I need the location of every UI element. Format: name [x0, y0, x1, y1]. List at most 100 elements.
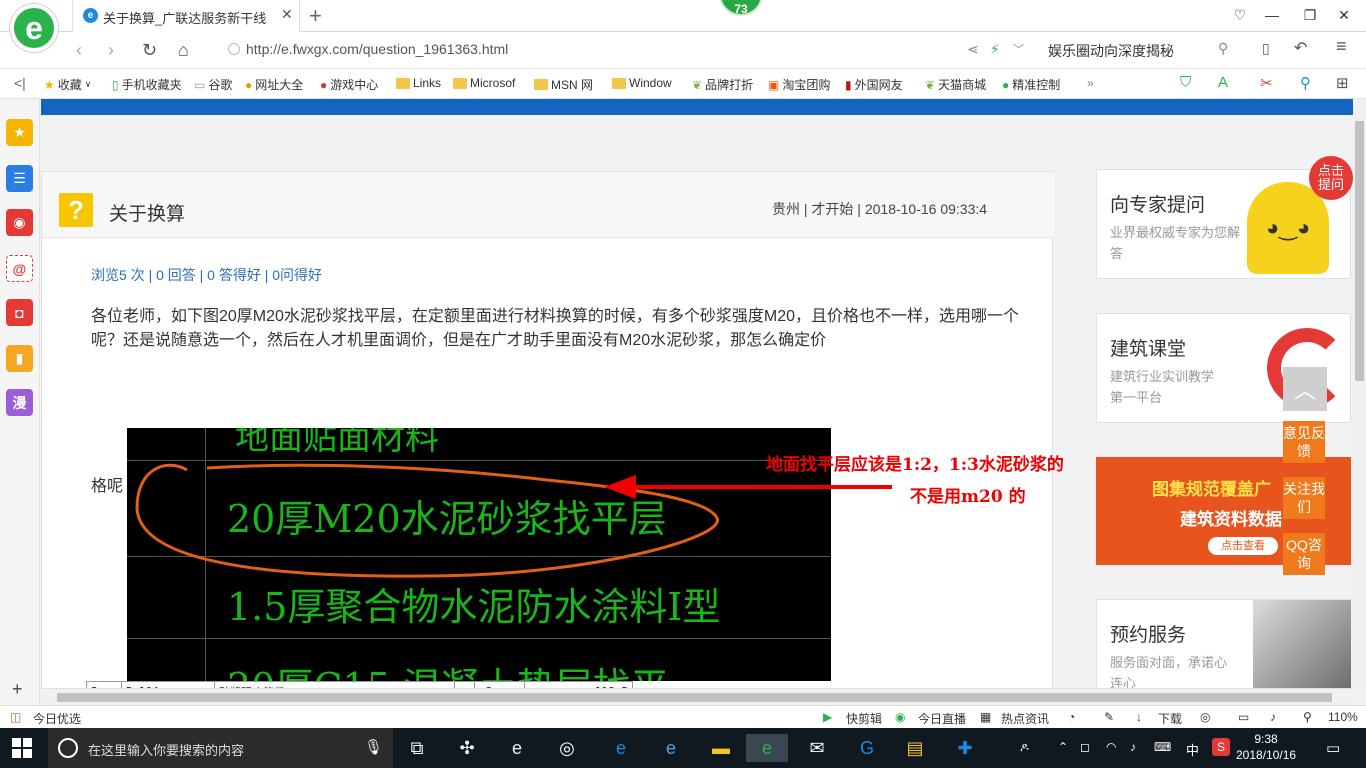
question-card: ? 关于换算 贵州 | 才开始 | 2018-10-16 09:33:4 浏览5… — [41, 171, 1064, 688]
settings-icon[interactable]: ◎ — [1200, 710, 1210, 724]
bookmark-foreign[interactable]: ▮ 外国网友 — [845, 76, 903, 93]
active-browser-icon[interactable]: e — [746, 734, 788, 762]
fan-app-icon[interactable]: ✣ — [446, 734, 488, 762]
ask-expert-card[interactable]: 向专家提问 业界最权威专家为您解答 ◕‿◕ 点击提问 — [1096, 156, 1353, 279]
mail-icon[interactable]: ✉ — [796, 734, 838, 762]
close-button[interactable]: ✕ — [1330, 4, 1358, 26]
search-icon[interactable]: ⚲ — [1300, 74, 1311, 92]
bookmark-favorites[interactable]: ★ 收藏 ∨ — [44, 76, 91, 93]
task-view-icon[interactable]: ⧉ — [396, 734, 438, 762]
search-box[interactable]: 娱乐圈动向深度揭秘 — [1040, 38, 1240, 62]
qq-consult-button[interactable]: QQ咨询 — [1283, 533, 1325, 575]
notification-center-icon[interactable]: ▭ — [1326, 739, 1340, 757]
sound-icon[interactable]: ♪ — [1270, 710, 1276, 724]
follow-button[interactable]: 关注我们 — [1283, 477, 1325, 519]
banner-view-button[interactable]: 点击查看 — [1208, 537, 1278, 555]
tray-expand-icon[interactable]: ⌃ — [1058, 740, 1068, 754]
360-browser-icon[interactable]: e — [496, 734, 538, 762]
feedback-button[interactable]: 意见反馈 — [1283, 421, 1325, 463]
question-stats[interactable]: 浏览5 次 | 0 回答 | 0 答得好 | 0问得好 — [91, 265, 322, 285]
translate-icon[interactable]: A — [1218, 74, 1228, 91]
vertical-scroll-thumb[interactable] — [1355, 121, 1364, 381]
wifi-icon[interactable]: ◠ — [1106, 740, 1116, 754]
bookmark-precise[interactable]: ● 精准控制 — [1002, 76, 1060, 93]
address-bar[interactable]: http://e.fwxgx.com/question_1961363.html — [224, 38, 1034, 62]
weibo-icon[interactable]: ◉ — [6, 209, 33, 236]
plus-app-icon[interactable]: ✚ — [944, 734, 986, 762]
ie-icon[interactable]: e — [650, 734, 692, 762]
bookmark-msn[interactable]: MSN 网 — [534, 76, 593, 93]
banner-line-1: 图集规范覆盖广 — [1152, 480, 1271, 499]
back-to-top-icon[interactable]: ︿ — [1283, 367, 1327, 411]
keyboard-icon[interactable]: ⌨ — [1154, 740, 1171, 754]
quick-edit-link[interactable]: 快剪辑 — [846, 710, 882, 727]
vertical-scrollbar[interactable] — [1353, 99, 1366, 688]
comic-icon[interactable]: 漫 — [6, 389, 33, 416]
scissors-icon[interactable]: ✂ — [1260, 74, 1273, 92]
shield-icon[interactable]: ⛉ — [1180, 74, 1191, 91]
collapse-sidebar-icon[interactable]: <| — [14, 75, 26, 91]
ask-bubble[interactable]: 点击提问 — [1309, 156, 1353, 200]
bookmark-games[interactable]: ● 游戏中心 — [320, 76, 378, 93]
forward-icon[interactable]: › — [108, 40, 114, 61]
more-bookmarks-icon[interactable]: » — [1087, 76, 1094, 90]
bookmark-windows[interactable]: Window — [612, 76, 672, 90]
edge-icon[interactable]: e — [600, 734, 642, 762]
news-icon[interactable]: ☰ — [6, 165, 33, 192]
tab-close-icon[interactable]: ✕ — [281, 6, 293, 23]
add-sidebar-icon[interactable]: + — [12, 679, 23, 700]
windows-start-icon[interactable] — [12, 738, 32, 758]
chrome-like-icon[interactable]: ◎ — [546, 734, 588, 762]
undo-icon[interactable]: ↶ — [1294, 38, 1307, 58]
email-icon[interactable]: @ — [6, 255, 33, 282]
bookmark-links[interactable]: Links — [396, 76, 441, 90]
skin-icon[interactable]: ♡ — [1226, 4, 1254, 26]
system-clock[interactable]: 9:38 2018/10/16 — [1236, 731, 1296, 763]
bookmark-brand[interactable]: ❦ 品牌打折 — [692, 76, 753, 93]
refresh-icon[interactable]: ↻ — [142, 40, 157, 61]
back-icon[interactable]: ‹ — [76, 40, 82, 61]
horizontal-scroll-thumb[interactable] — [57, 693, 1332, 702]
menu-icon[interactable]: ≡ — [1336, 36, 1347, 57]
volume-icon[interactable]: ♪ — [1130, 740, 1136, 754]
notification-badge[interactable]: 73 — [719, 0, 763, 16]
window-icon[interactable]: ▭ — [1238, 710, 1249, 724]
notes-icon[interactable]: ▤ — [894, 734, 936, 762]
download-link[interactable]: 下载 — [1158, 710, 1182, 727]
live-icon: ◉ — [895, 710, 906, 724]
book-icon[interactable]: ▮ — [6, 345, 33, 372]
bookmark-google[interactable]: ▭ 谷歌 — [194, 76, 232, 93]
bookmark-mobile[interactable]: ▯ 手机收藏夹 — [112, 76, 182, 93]
file-explorer-icon[interactable]: ▬ — [700, 734, 742, 762]
tab-active[interactable]: e 关于换算_广联达服务新干线 ✕ — [72, 0, 300, 32]
horizontal-scrollbar[interactable] — [41, 688, 1353, 705]
bookmark-sites[interactable]: ● 网址大全 — [245, 76, 303, 93]
bookmark-taobao[interactable]: ▣ 淘宝团购 — [768, 76, 830, 93]
microphone-icon[interactable]: 🎙 — [364, 738, 383, 756]
bookmark-microsoft[interactable]: Microsof — [453, 76, 515, 90]
speed-icon[interactable]: ◔ — [1068, 710, 1075, 724]
g-app-icon[interactable]: G — [846, 734, 888, 762]
tray-app-icon[interactable]: ◻ — [1080, 740, 1090, 754]
zoom-level[interactable]: 110% — [1328, 710, 1358, 724]
hot-news-link[interactable]: 热点资讯 — [1001, 710, 1049, 727]
ime-indicator[interactable]: 中 — [1186, 740, 1199, 759]
live-link[interactable]: 今日直播 — [918, 710, 966, 727]
pin-icon[interactable]: ✎ — [1104, 710, 1114, 724]
zoom-icon[interactable]: ⚲ — [1303, 710, 1312, 724]
mobile-icon[interactable]: ▯ — [1262, 40, 1270, 57]
favorites-star-icon[interactable]: ★ — [6, 119, 33, 146]
gamepad-icon[interactable]: ◘ — [6, 299, 33, 326]
apps-icon[interactable]: ⊞ — [1336, 74, 1349, 92]
people-icon[interactable]: ዶ — [1020, 740, 1029, 755]
new-tab-button[interactable]: + — [309, 3, 322, 29]
browser-logo-icon[interactable]: e — [10, 4, 58, 52]
bookmark-tmall[interactable]: ❦ 天猫商城 — [925, 76, 986, 93]
restore-button[interactable]: ❐ — [1296, 4, 1324, 26]
home-icon[interactable]: ⌂ — [178, 40, 189, 61]
sogou-ime-icon[interactable]: S — [1212, 738, 1230, 756]
taskbar-search[interactable]: 在这里输入你要搜索的内容 🎙 — [48, 728, 393, 768]
appointment-card[interactable]: 预约服务 服务面对面，承诺心连心 — [1096, 599, 1351, 688]
today-picks-link[interactable]: 今日优选 — [33, 710, 81, 727]
minimize-button[interactable]: — — [1258, 4, 1286, 26]
